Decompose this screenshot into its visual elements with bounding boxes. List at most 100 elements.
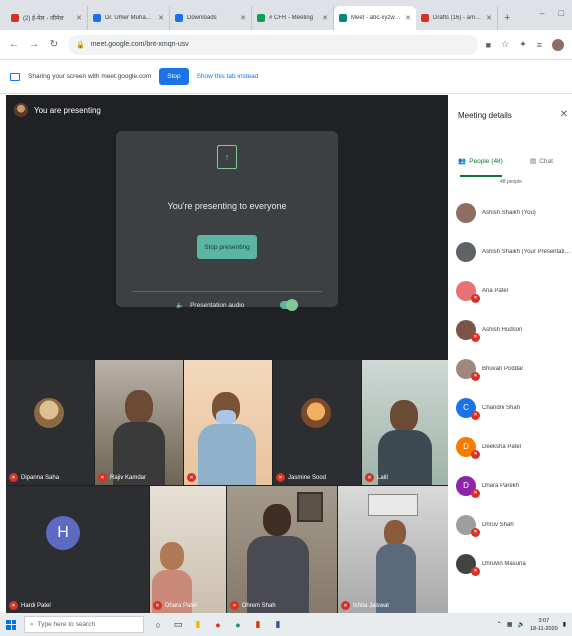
list-item[interactable]: D ✕ Deeksha Patel (450, 427, 572, 466)
participant-tile[interactable]: ✕ Lalit (362, 360, 448, 485)
tab-search-icon[interactable]: ≡ (537, 40, 542, 50)
windows-start-icon[interactable] (6, 619, 16, 630)
browser-tab[interactable]: (2) ई-मेल - जीमेल ✕ (6, 6, 88, 30)
network-icon[interactable]: ▦ (507, 621, 513, 628)
browser-tab[interactable]: Drafts (16) - ambreen.shaikh ✕ (416, 6, 498, 30)
browser-tab[interactable]: Dr. Umer Muhammad's Hashtag ✕ (88, 6, 170, 30)
close-icon[interactable]: ✕ (560, 109, 568, 120)
close-tab-icon[interactable]: ✕ (158, 14, 164, 22)
mic-off-icon: ✕ (471, 293, 480, 303)
participant-tile[interactable]: ✕ Jasmine Sood (273, 360, 361, 485)
mic-off-icon: ✕ (9, 473, 18, 482)
participant-tile[interactable]: H ✕ Hardi Patel (6, 486, 149, 613)
list-item[interactable]: ✕ Dhruvin Masuria (450, 544, 572, 583)
close-tab-icon[interactable]: ✕ (486, 14, 492, 22)
browser-tab[interactable]: Downloads ✕ (170, 6, 252, 30)
show-this-tab-link[interactable]: Show this tab instead (197, 73, 259, 80)
participant-tile[interactable]: ✕ Ishita Jaiswal (338, 486, 448, 613)
presentation-audio-toggle[interactable] (280, 299, 299, 311)
avatar: ✕ (456, 514, 480, 537)
chrome-icon[interactable]: ● (212, 620, 224, 630)
list-item[interactable]: Ashish Shaikh (Your Presentation) (450, 232, 572, 271)
close-tab-icon[interactable]: ✕ (405, 14, 411, 22)
task-view-icon[interactable]: ▭ (172, 619, 184, 630)
list-item[interactable]: Ashish Shaikh (You) (450, 193, 572, 232)
people-count: 48 people (500, 179, 522, 185)
camera-indicator-icon[interactable]: ■ (486, 40, 491, 50)
panel-tabs: 👥 People (48) ▤ Chat (450, 147, 572, 175)
presentation-audio-label: Presentation audio (190, 301, 245, 309)
tab-chat-label: Chat (539, 157, 553, 165)
app-icon[interactable]: ● (232, 620, 244, 630)
close-tab-icon[interactable]: ✕ (240, 14, 246, 22)
mic-off-icon: ✕ (471, 449, 480, 459)
taskbar-search-input[interactable]: ⌕ Type here to search (24, 616, 144, 633)
avatar-initial: D (463, 481, 469, 490)
participant-name: Ashish Hudson (482, 326, 523, 333)
list-item[interactable]: ✕ Bhuvan Poddar (450, 349, 572, 388)
participant-video-face (263, 504, 291, 536)
close-tab-icon[interactable]: ✕ (76, 14, 82, 22)
notifications-icon[interactable]: ▮ (563, 621, 566, 628)
browser-tab[interactable]: Meet - abc-xyzw-cde ✕ (334, 6, 416, 30)
mic-off-icon: ✕ (471, 488, 480, 498)
stop-presenting-button[interactable]: Stop presenting (197, 235, 257, 259)
list-item[interactable]: ✕ Ana Patel (450, 271, 572, 310)
participant-name: Dhara Parekh (482, 482, 520, 489)
reload-icon[interactable]: ↻ (48, 39, 60, 50)
presentation-card: ↑ You're presenting to everyone Stop pre… (116, 131, 338, 311)
taskbar-clock[interactable]: 3:07 18-11-2020 (530, 617, 558, 633)
participant-tile[interactable]: ✕ Dhrem Shah (227, 486, 337, 613)
mic-off-icon: ✕ (153, 601, 162, 610)
participant-tile[interactable]: ✕ Rajiv Kamdar (95, 360, 183, 485)
list-item[interactable]: D ✕ Dhara Parekh (450, 466, 572, 505)
toolbar-icons: ■ ☆ ✦ ≡ (486, 38, 564, 51)
maximize-icon[interactable]: □ (559, 8, 564, 18)
tab-favicon-icon (421, 14, 429, 22)
participant-name: Rajiv Kamdar (110, 474, 147, 481)
mic-off-icon: ✕ (98, 473, 107, 482)
lock-icon: 🔒 (76, 41, 85, 49)
tab-favicon-icon (175, 14, 183, 22)
list-item[interactable]: ✕ Ashish Hudson (450, 310, 572, 349)
avatar (301, 398, 331, 428)
close-tab-icon[interactable]: ✕ (322, 14, 328, 22)
presenting-to-everyone-text: You're presenting to everyone (167, 201, 287, 211)
tab-favicon-icon (257, 14, 265, 22)
participant-tile[interactable]: ✕ Dipanna Saha (6, 360, 94, 485)
forward-icon[interactable]: → (28, 39, 40, 50)
url-field[interactable]: 🔒 meet.google.com/bnt-xmqn-usv (68, 34, 478, 55)
participant-name: Ana Patel (482, 287, 509, 294)
cortana-icon[interactable]: ○ (152, 620, 164, 630)
mic-off-icon: ✕ (365, 473, 374, 482)
mic-off-icon: ✕ (276, 473, 285, 482)
avatar: C ✕ (456, 397, 480, 420)
profile-avatar[interactable] (552, 38, 564, 51)
avatar-initial: H (46, 516, 80, 550)
extension-icon[interactable]: ✦ (519, 39, 527, 50)
participant-tile[interactable]: ✕ Dhara Patel (150, 486, 226, 613)
star-icon[interactable]: ☆ (501, 39, 509, 50)
file-explorer-icon[interactable]: ▮ (192, 619, 204, 630)
new-tab-button[interactable]: + (498, 12, 516, 30)
tray-chevron-icon[interactable]: ⌃ (497, 621, 502, 628)
participant-name: Chandni Shah (482, 404, 521, 411)
tab-people[interactable]: 👥 People (48) (450, 147, 511, 175)
mic-off-icon: ✕ (471, 566, 480, 576)
tab-chat[interactable]: ▤ Chat (511, 147, 572, 175)
participant-tile[interactable]: ✕ (184, 360, 272, 485)
list-item[interactable]: ✕ Dhruv Shah (450, 505, 572, 544)
word-icon[interactable]: ▮ (272, 619, 284, 630)
window-blinds (368, 494, 418, 516)
powerpoint-icon[interactable]: ▮ (252, 619, 264, 630)
mic-off-icon: ✕ (341, 601, 350, 610)
stop-sharing-button[interactable]: Stop (159, 68, 189, 85)
meeting-details-panel: Meeting details ✕ 👥 People (48) ▤ Chat 4… (450, 95, 572, 613)
tab-title: (2) ई-मेल - जीमेल (23, 16, 64, 22)
browser-tab[interactable]: # CFR - Meeting ✕ (252, 6, 334, 30)
volume-icon[interactable]: 🔈 (517, 621, 524, 628)
minimize-icon[interactable]: – (540, 8, 545, 18)
avatar: D ✕ (456, 436, 480, 459)
back-icon[interactable]: ← (8, 39, 20, 50)
list-item[interactable]: C ✕ Chandni Shah (450, 388, 572, 427)
